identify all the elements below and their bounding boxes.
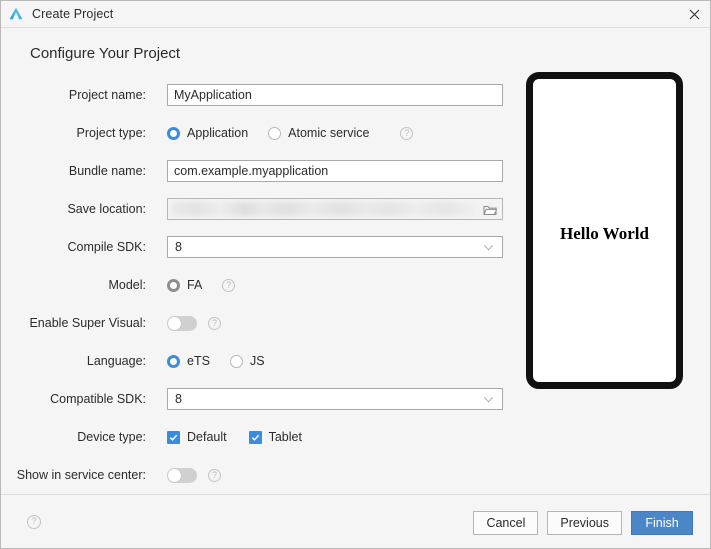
toggle-knob xyxy=(168,468,181,482)
super-visual-toggle-group: ? xyxy=(167,312,221,334)
row-compatible-sdk: Compatible SDK: 8 xyxy=(1,388,510,426)
radio-circle-icon xyxy=(167,354,180,368)
label-compatible-sdk: Compatible SDK: xyxy=(50,392,146,406)
label-enable-super-visual: Enable Super Visual: xyxy=(29,316,146,330)
help-icon-model[interactable]: ? xyxy=(222,278,236,292)
radio-fa-label: FA xyxy=(187,278,203,292)
checkmark-icon xyxy=(248,430,262,444)
compatible-sdk-value: 8 xyxy=(175,392,182,406)
checkbox-default[interactable]: Default xyxy=(167,430,227,444)
label-device-type: Device type: xyxy=(77,430,146,444)
footer-buttons: Cancel Previous Finish xyxy=(473,511,693,535)
radio-atomic-service-label: Atomic service xyxy=(288,126,370,140)
chevron-down-icon xyxy=(484,397,493,403)
radio-ets[interactable]: eTS xyxy=(167,354,210,368)
checkbox-default-label: Default xyxy=(187,430,227,444)
redacted-path-text xyxy=(172,202,476,216)
label-show-in-service-center: Show in service center: xyxy=(16,468,146,482)
window-title: Create Project xyxy=(32,7,114,21)
radio-circle-icon xyxy=(268,126,282,140)
project-config-form: Project name: Project type: Application xyxy=(1,84,510,502)
row-bundle-name: Bundle name: xyxy=(1,160,510,198)
previous-button[interactable]: Previous xyxy=(547,511,622,535)
help-icon-service-center[interactable]: ? xyxy=(208,468,221,482)
label-language: Language: xyxy=(86,354,146,368)
radio-js[interactable]: JS xyxy=(229,354,265,368)
device-type-checkbox-group: Default Tablet xyxy=(167,426,324,448)
project-name-input[interactable] xyxy=(167,84,503,106)
help-icon-footer[interactable]: ? xyxy=(27,515,41,529)
radio-js-label: JS xyxy=(249,354,265,368)
label-model: Model: xyxy=(108,278,146,292)
label-compile-sdk: Compile SDK: xyxy=(67,240,147,254)
help-icon-super-visual[interactable]: ? xyxy=(208,316,221,330)
radio-atomic-service[interactable]: Atomic service xyxy=(268,126,369,140)
label-project-type: Project type: xyxy=(76,126,146,140)
compatible-sdk-select[interactable]: 8 xyxy=(167,388,503,410)
row-device-type: Device type: Default Tablet xyxy=(1,426,510,464)
row-compile-sdk: Compile SDK: 8 xyxy=(1,236,510,274)
radio-circle-icon xyxy=(167,278,180,292)
label-project-name: Project name: xyxy=(68,88,146,102)
row-project-type: Project type: Application Atomic service… xyxy=(1,122,510,160)
folder-icon[interactable] xyxy=(482,202,498,217)
radio-fa[interactable]: FA xyxy=(167,278,202,292)
row-save-location: Save location: xyxy=(1,198,510,236)
page-title: Configure Your Project xyxy=(30,45,181,62)
row-project-name: Project name: xyxy=(1,84,510,122)
label-save-location: Save location: xyxy=(67,202,146,216)
cancel-button[interactable]: Cancel xyxy=(473,511,539,535)
language-radio-group: eTS JS xyxy=(167,350,285,372)
radio-circle-icon xyxy=(167,126,180,140)
service-center-toggle-group: ? xyxy=(167,464,221,486)
service-center-toggle[interactable] xyxy=(167,467,197,483)
project-type-radio-group: Application Atomic service ? xyxy=(167,122,414,144)
super-visual-toggle[interactable] xyxy=(167,315,197,331)
deveco-logo-icon xyxy=(9,7,23,20)
row-enable-super-visual: Enable Super Visual: ? xyxy=(1,312,510,350)
model-radio-group: FA ? xyxy=(167,274,236,296)
radio-application[interactable]: Application xyxy=(167,126,248,140)
finish-button[interactable]: Finish xyxy=(631,511,693,535)
row-model: Model: FA ? xyxy=(1,274,510,312)
help-icon-project-type[interactable]: ? xyxy=(400,126,414,140)
checkmark-icon xyxy=(167,430,180,444)
close-icon[interactable] xyxy=(676,1,710,27)
radio-circle-icon xyxy=(229,354,243,368)
dialog-footer: ? Cancel Previous Finish xyxy=(1,494,710,548)
radio-ets-label: eTS xyxy=(187,354,210,368)
create-project-dialog: Create Project Configure Your Project Pr… xyxy=(0,0,711,549)
radio-application-label: Application xyxy=(187,126,249,140)
checkbox-tablet[interactable]: Tablet xyxy=(248,430,302,444)
compile-sdk-select[interactable]: 8 xyxy=(167,236,503,258)
row-language: Language: eTS JS xyxy=(1,350,510,388)
device-preview: Hello World xyxy=(526,72,683,389)
checkbox-tablet-label: Tablet xyxy=(268,430,302,444)
compile-sdk-value: 8 xyxy=(175,240,182,254)
dialog-content: Configure Your Project Project name: Pro… xyxy=(1,28,710,494)
save-location-input[interactable] xyxy=(167,198,503,220)
title-bar: Create Project xyxy=(1,1,710,28)
label-bundle-name: Bundle name: xyxy=(68,164,146,178)
chevron-down-icon xyxy=(484,245,493,251)
bundle-name-input[interactable] xyxy=(167,160,503,182)
toggle-knob xyxy=(168,316,181,330)
preview-hello-world-text: Hello World xyxy=(560,223,649,243)
